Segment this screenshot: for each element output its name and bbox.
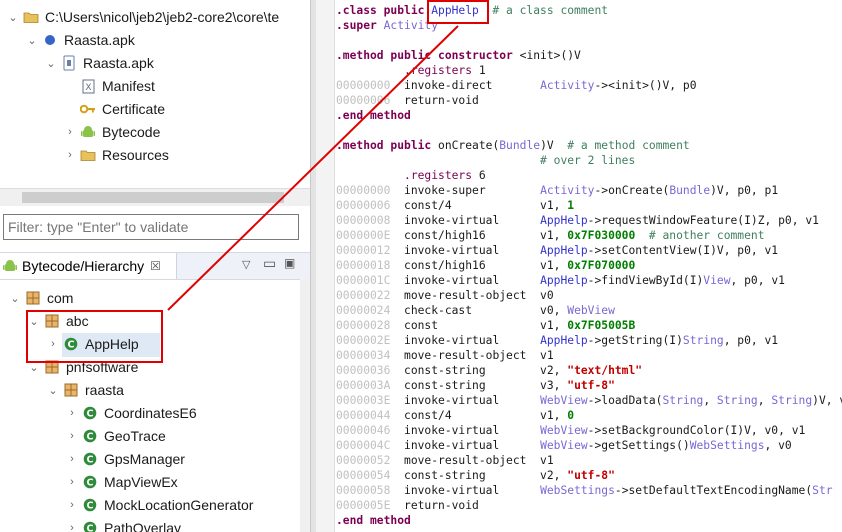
annotation-connector xyxy=(167,25,459,311)
